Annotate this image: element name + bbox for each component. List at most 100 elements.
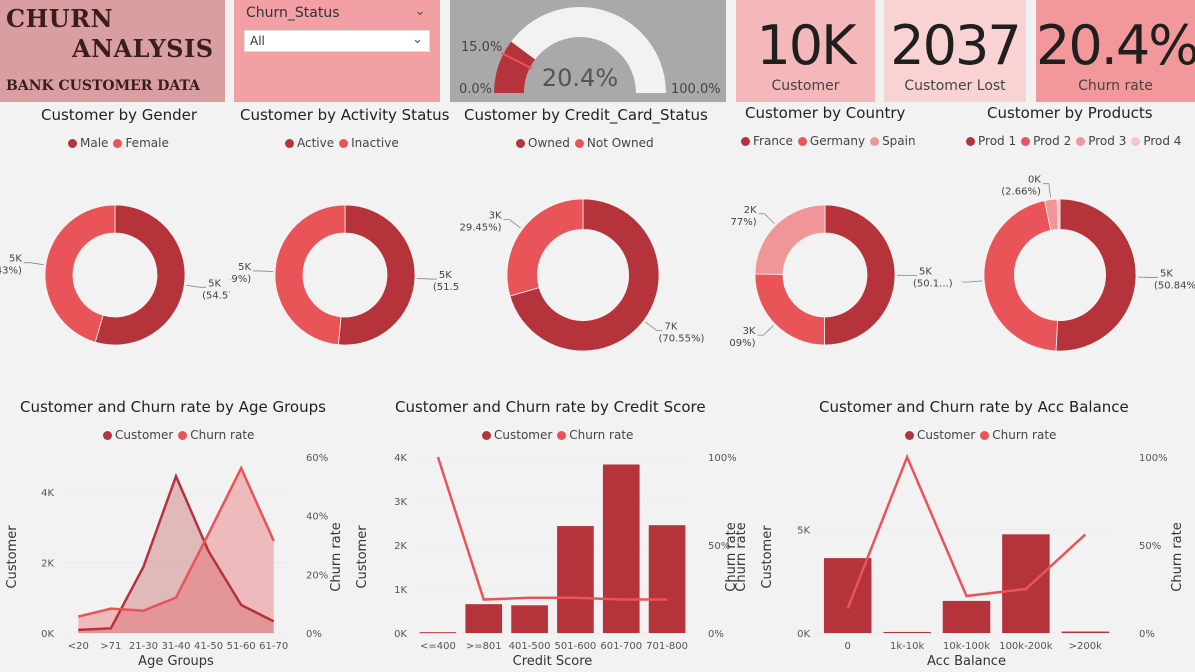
legend-item-inactive[interactable]: Inactive: [339, 136, 399, 150]
legend-label: Prod 3: [1088, 134, 1127, 148]
data-label-value: 2K: [744, 205, 757, 216]
credit-card-donut: 7K(70.55%) 3K(29.45%): [460, 198, 705, 352]
legend-swatch: [1076, 137, 1086, 146]
legend-item-customer[interactable]: Customer: [482, 428, 552, 442]
x-tick-label: 401-500: [509, 641, 551, 652]
churn-rate-line[interactable]: [846, 453, 1087, 609]
y2-tick-label: 50%: [1139, 541, 1161, 552]
legend-item-prod-3[interactable]: Prod 3: [1076, 134, 1126, 148]
legend-label: Female: [125, 136, 169, 150]
legend-item-prod-1[interactable]: Prod 1: [966, 134, 1016, 148]
report-title-line2: ANALYSIS: [72, 34, 214, 63]
x-tick-label: >200k: [1069, 641, 1102, 652]
legend-item-owned[interactable]: Owned: [516, 136, 570, 150]
y-tick-label: 2K: [41, 559, 54, 570]
age-legend: Customer Churn rate: [103, 428, 259, 442]
donut-slice-active[interactable]: [337, 204, 416, 346]
legend-swatch: [1021, 137, 1031, 146]
legend-swatch: [870, 137, 880, 146]
legend-label: Male: [80, 136, 109, 150]
customer-bar-701-800[interactable]: [648, 525, 686, 633]
customer-bar-400[interactable]: [419, 632, 457, 634]
country-legend: France Germany Spain: [741, 134, 921, 148]
legend-label: Churn rate: [992, 428, 1057, 442]
x-tick-label: 21-30: [129, 641, 158, 652]
data-label-leader: [962, 280, 983, 283]
x-tick-label: >=801: [466, 641, 502, 652]
credit-score-combo-chart: 0K1K2K3K4K0%50%100%<=400 >=801 401-500 501-…: [355, 453, 739, 669]
data-label-leader: [253, 270, 274, 272]
legend-label: France: [753, 134, 793, 148]
legend-item-prod-2[interactable]: Prod 2: [1021, 134, 1071, 148]
legend-item-churn-rate[interactable]: Churn rate: [557, 428, 633, 442]
balance-legend: Customer Churn rate: [905, 428, 1061, 442]
y2-tick-label: 0%: [306, 629, 322, 640]
donut-slice-prod-2[interactable]: [983, 200, 1059, 352]
legend-item-prod-4[interactable]: Prod 4: [1131, 134, 1181, 148]
legend-item-customer[interactable]: Customer: [103, 428, 173, 442]
x-axis-title: Credit Score: [513, 654, 593, 669]
y-axis-title: Customer: [355, 525, 370, 589]
slicer-dropdown[interactable]: All ⌄: [244, 30, 430, 52]
x-tick-label: 601-700: [600, 641, 642, 652]
legend-swatch: [980, 431, 990, 440]
customer-bar-10k-100k[interactable]: [942, 600, 991, 633]
donut-slice-not-owned[interactable]: [506, 198, 584, 297]
data-label-value: 0K: [1028, 175, 1041, 186]
report-title-line1: CHURN: [6, 4, 114, 33]
legend-item-churn-rate[interactable]: Churn rate: [178, 428, 254, 442]
y2-tick-label: 40%: [306, 512, 328, 523]
gender-donut: 5K(54.57%)5K(45.43%): [0, 204, 230, 346]
legend-item-france[interactable]: France: [741, 134, 793, 148]
credit-score-legend: Customer Churn rate: [482, 428, 638, 442]
legend-item-customer[interactable]: Customer: [905, 428, 975, 442]
data-label-percent: (29.45%): [460, 223, 502, 234]
gauge-max-label: 100.0%: [671, 82, 721, 97]
customer-bar-801[interactable]: [465, 604, 503, 633]
balance-combo-chart: 0K 5K 0% 50% 100% 0 1k-10k 10k-100k 100k-200k >20…: [735, 453, 1185, 669]
legend-item-active[interactable]: Active: [285, 136, 334, 150]
y2-tick-label: 0%: [1139, 629, 1155, 640]
customer-bar-1k-10k[interactable]: [883, 631, 931, 633]
y-axis-title: Customer: [5, 525, 20, 589]
legend-item-male[interactable]: Male: [68, 136, 108, 150]
y2-tick-label: 60%: [306, 453, 328, 464]
data-label-leader: [503, 219, 521, 229]
kpi-customer-card: 10K Customer: [736, 0, 875, 102]
balance-chart-title: Customer and Churn rate by Acc Balance: [819, 398, 1129, 416]
donut-slice-france[interactable]: [823, 204, 896, 346]
legend-label: Active: [297, 136, 335, 150]
chevron-down-icon[interactable]: ⌄: [414, 3, 426, 19]
legend-item-churn-rate[interactable]: Churn rate: [980, 428, 1056, 442]
legend-item-not-owned[interactable]: Not Owned: [574, 136, 654, 150]
data-label-value: 5K: [439, 270, 452, 281]
y2-axis-title-left: Churn rate: [735, 522, 749, 591]
data-label-value: 5K: [208, 278, 221, 289]
customer-bar-501-600[interactable]: [557, 526, 594, 633]
y-tick-label: 1K: [394, 585, 407, 596]
legend-swatch: [966, 137, 975, 146]
legend-label: Customer: [917, 428, 976, 442]
donut-slice-prod-1[interactable]: [1055, 198, 1137, 352]
activity-legend: Active Inactive: [285, 136, 404, 150]
country-donut: 5K(50.1...) 3K(25.09%) 2K(24.77%): [730, 204, 953, 349]
kpi-customer-value: 10K: [756, 14, 856, 77]
customer-bar-401-500[interactable]: [511, 605, 548, 633]
legend-item-spain[interactable]: Spain: [870, 134, 916, 148]
x-tick-label: 701-800: [646, 641, 688, 652]
customer-bar-100k-200k[interactable]: [1002, 534, 1050, 633]
churn-rate-gauge: 20.4% 15.0% 0.0% 100.0%: [450, 0, 726, 102]
legend-swatch: [1131, 137, 1141, 146]
legend-item-female[interactable]: Female: [113, 136, 169, 150]
donut-slice-spain[interactable]: [754, 204, 826, 275]
x-tick-label: 100k-200k: [999, 641, 1053, 652]
donut-slice-germany[interactable]: [754, 273, 826, 346]
customer-bar-601-700[interactable]: [602, 464, 640, 633]
products-chart-title: Customer by Products: [987, 104, 1153, 122]
legend-item-germany[interactable]: Germany: [797, 134, 865, 148]
data-label-leader: [757, 325, 774, 336]
kpi-customer-label: Customer: [771, 78, 840, 94]
donut-slice-inactive[interactable]: [274, 204, 346, 346]
customer-bar-200k[interactable]: [1061, 631, 1110, 633]
slicer-value: All: [250, 34, 265, 48]
